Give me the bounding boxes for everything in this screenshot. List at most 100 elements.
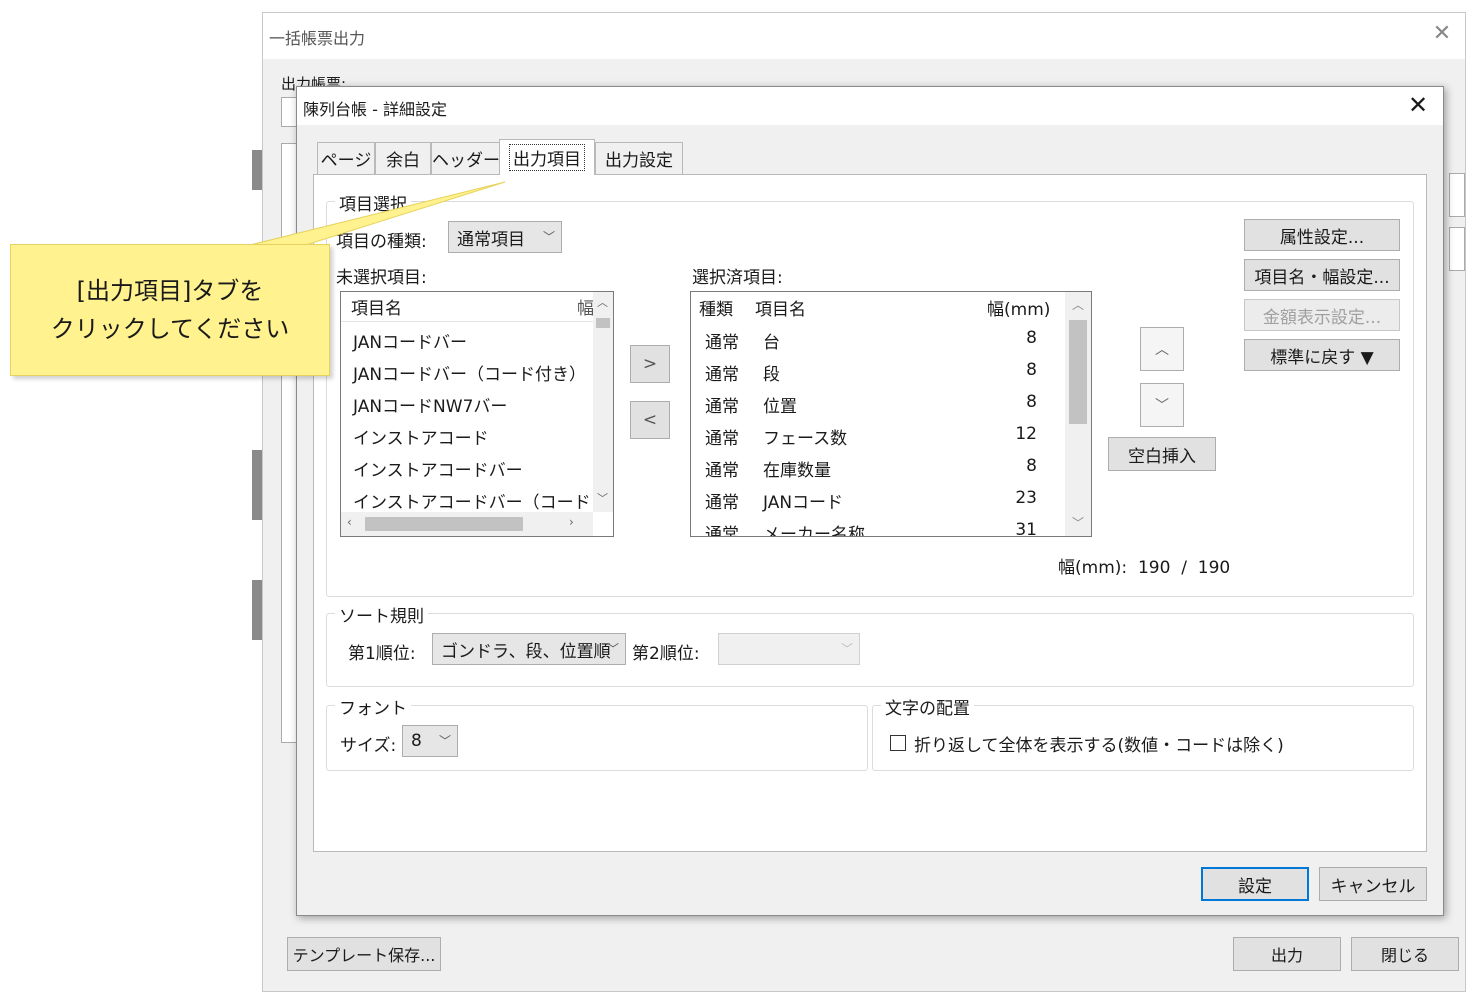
reset-default-button[interactable]: 標準に戻す ▼ — [1244, 339, 1400, 371]
column-header-kind[interactable]: 種類 — [699, 295, 733, 320]
item-type-select[interactable]: 通常項目 ﹀ — [448, 221, 562, 253]
table-cell-width[interactable]: 8 — [1026, 456, 1037, 476]
scroll-down-icon[interactable]: ﹀ — [1072, 514, 1084, 531]
table-cell-width[interactable]: 12 — [1015, 424, 1037, 444]
table-cell-kind[interactable]: 通常 — [705, 520, 739, 536]
tab-panel: 項目選択 項目の種類: 通常項目 ﹀ 未選択項目: 選択済項目: 項目名 幅 JA… — [313, 174, 1427, 852]
name-width-settings-button[interactable]: 項目名・幅設定... — [1244, 259, 1400, 291]
add-item-button[interactable]: > — [630, 345, 670, 383]
first-priority-label: 第1順位: — [348, 644, 416, 664]
table-cell-width[interactable]: 8 — [1026, 392, 1037, 412]
table-cell-name[interactable]: 台 — [763, 328, 780, 353]
detail-settings-dialog: 陳列台帳 - 詳細設定 ✕ ページ 余白 ヘッダー 出力項目 出力設定 項目選択… — [296, 86, 1444, 916]
vertical-scrollbar[interactable]: ︿ ﹀ — [593, 292, 613, 512]
second-priority-select[interactable]: ﹀ — [718, 633, 860, 665]
list-item[interactable]: JANコードNW7バー — [353, 392, 507, 417]
chevron-down-icon: ﹀ — [542, 230, 555, 244]
chevron-down-icon: ﹀ — [438, 734, 451, 748]
list-item[interactable]: JANコードバー — [353, 328, 467, 353]
list-item[interactable]: インストアコードバー（コード付き） — [353, 488, 591, 513]
scroll-up-icon[interactable]: ︿ — [1072, 296, 1084, 313]
dialog-title: 陳列台帳 - 詳細設定 — [303, 100, 447, 119]
text-layout-title: 文字の配置 — [881, 694, 974, 719]
outer-titlebar: 一括帳票出力 ✕ — [263, 13, 1465, 59]
item-selection-title: 項目選択 — [335, 190, 411, 215]
tab-header[interactable]: ヘッダー — [431, 142, 501, 174]
table-cell-kind[interactable]: 通常 — [705, 424, 739, 449]
amount-display-settings-button[interactable]: 金額表示設定... — [1244, 299, 1400, 331]
selected-items-label: 選択済項目: — [692, 268, 783, 288]
list-item[interactable]: JANコードバー（コード付き） — [353, 360, 586, 385]
tab-margin[interactable]: 余白 — [375, 142, 431, 174]
item-type-label: 項目の種類: — [336, 232, 427, 252]
width-separator: / — [1181, 558, 1187, 578]
scroll-up-icon[interactable]: ︿ — [597, 294, 608, 310]
font-title: フォント — [335, 694, 411, 719]
horizontal-scrollbar[interactable]: ‹ › — [341, 512, 593, 536]
template-save-button[interactable]: テンプレート保存... — [287, 937, 441, 971]
list-item[interactable]: インストアコード — [353, 424, 489, 449]
tab-output-items[interactable]: 出力項目 — [499, 139, 595, 175]
move-up-button[interactable]: ︿ — [1140, 327, 1184, 371]
first-priority-select[interactable]: ゴンドラ、段、位置順 ﹀ — [432, 633, 626, 665]
outer-panel-fragment — [1449, 227, 1465, 271]
ok-button[interactable]: 設定 — [1201, 867, 1309, 901]
width-total: 190 — [1197, 558, 1231, 578]
remove-item-button[interactable]: < — [630, 401, 670, 439]
table-cell-name[interactable]: 在庫数量 — [763, 456, 831, 481]
table-cell-width[interactable]: 23 — [1015, 488, 1037, 508]
tab-page[interactable]: ページ — [317, 142, 375, 174]
font-size-label: サイズ: — [340, 736, 397, 756]
table-cell-kind[interactable]: 通常 — [705, 456, 739, 481]
table-cell-kind[interactable]: 通常 — [705, 360, 739, 385]
blank-insert-button[interactable]: 空白挿入 — [1108, 437, 1216, 471]
table-cell-width[interactable]: 31 — [1015, 520, 1037, 536]
table-cell-width[interactable]: 8 — [1026, 360, 1037, 380]
table-cell-name[interactable]: メーカー名称 — [763, 520, 865, 536]
table-cell-name[interactable]: JANコード — [763, 488, 843, 513]
column-header-item-name[interactable]: 項目名 — [755, 295, 806, 320]
table-cell-kind[interactable]: 通常 — [705, 392, 739, 417]
dialog-close-icon[interactable]: ✕ — [1403, 91, 1433, 119]
unselected-items-list[interactable]: 項目名 幅 JANコードバー JANコードバー（コード付き） JANコードNW7… — [340, 291, 614, 537]
outer-close-icon[interactable]: ✕ — [1427, 21, 1457, 46]
selected-items-list[interactable]: 種類 項目名 幅(mm) 通常台 8 通常段 8 通常 位置 8 通常 フェース数 12 通常 在庫数… — [690, 291, 1092, 537]
callout-line-2: クリックしてください — [50, 315, 290, 343]
instruction-callout: [出力項目]タブを クリックしてください — [10, 244, 330, 376]
close-button[interactable]: 閉じる — [1351, 937, 1459, 971]
table-cell-width[interactable]: 8 — [1026, 328, 1037, 348]
cancel-button[interactable]: キャンセル — [1319, 867, 1427, 901]
table-cell-name[interactable]: フェース数 — [763, 424, 847, 449]
table-cell-kind[interactable]: 通常 — [705, 488, 739, 513]
width-used: 190 — [1137, 558, 1171, 578]
wrap-checkbox[interactable] — [890, 735, 906, 751]
table-cell-name[interactable]: 位置 — [763, 392, 797, 417]
width-label: 幅(mm): — [1058, 558, 1128, 578]
chevron-down-icon: ﹀ — [840, 642, 853, 656]
attribute-settings-button[interactable]: 属性設定... — [1244, 219, 1400, 251]
table-cell-name[interactable]: 段 — [763, 360, 780, 385]
width-summary: 幅(mm): 190 / 190 — [1058, 553, 1230, 578]
column-header-width[interactable]: 幅 — [577, 294, 594, 319]
vertical-scrollbar[interactable]: ︿ ﹀ — [1065, 292, 1091, 536]
unselected-items-label: 未選択項目: — [336, 268, 427, 288]
tab-output-settings[interactable]: 出力設定 — [595, 142, 683, 174]
callout-line-1: [出力項目]タブを — [76, 277, 264, 305]
column-header-item-name[interactable]: 項目名 — [351, 294, 402, 319]
dialog-titlebar: 陳列台帳 - 詳細設定 ✕ — [297, 87, 1443, 125]
output-button[interactable]: 出力 — [1233, 937, 1341, 971]
list-item[interactable]: インストアコードバー — [353, 456, 523, 481]
list-header: 項目名 幅 — [341, 292, 594, 322]
chevron-down-icon: ﹀ — [606, 642, 619, 656]
scroll-thumb[interactable] — [596, 318, 610, 328]
table-cell-kind[interactable]: 通常 — [705, 328, 739, 353]
wrap-checkbox-label[interactable]: 折り返して全体を表示する(数値・コードは除く) — [914, 731, 1284, 756]
outer-panel-fragment — [1449, 173, 1465, 217]
move-down-button[interactable]: ﹀ — [1140, 383, 1184, 427]
scroll-right-icon: › — [569, 515, 574, 529]
scroll-thumb[interactable] — [365, 517, 523, 531]
scroll-thumb[interactable] — [1069, 320, 1087, 424]
scroll-down-icon[interactable]: ﹀ — [597, 490, 608, 506]
column-header-width[interactable]: 幅(mm) — [987, 295, 1057, 320]
font-size-select[interactable]: 8 ﹀ — [402, 725, 458, 757]
